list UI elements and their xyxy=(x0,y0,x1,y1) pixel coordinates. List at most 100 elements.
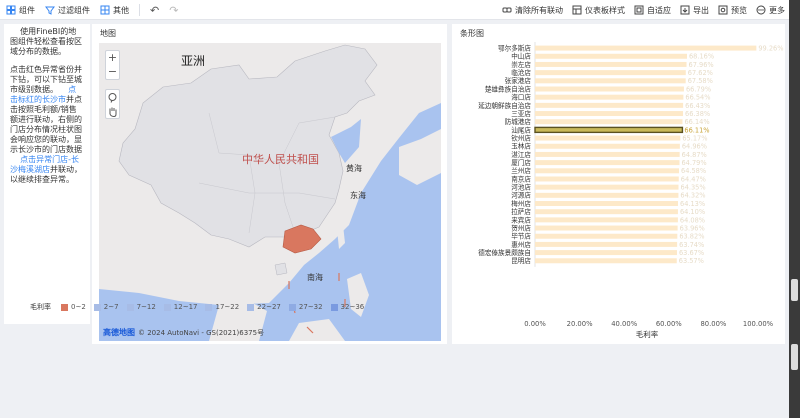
x-axis-label: 毛利率 xyxy=(636,329,659,339)
bar[interactable] xyxy=(535,160,680,166)
legend-label: 0~2 xyxy=(71,303,86,311)
legend-item[interactable]: 12~17 xyxy=(163,303,197,311)
bar[interactable] xyxy=(535,233,678,239)
bar[interactable] xyxy=(534,126,684,134)
legend-item[interactable]: 32~36 xyxy=(330,303,365,311)
bar[interactable] xyxy=(535,135,681,141)
bar[interactable] xyxy=(535,78,686,84)
adaptive-button[interactable]: 自适应 xyxy=(634,5,671,16)
map-legend: 毛利率 0~2 2~7 7~12 12~17 17~22 22~27 27~32… xyxy=(30,302,364,312)
value-label: 66.38% xyxy=(685,110,710,118)
bar[interactable] xyxy=(535,209,678,215)
bar[interactable] xyxy=(535,176,679,182)
bar[interactable] xyxy=(535,201,679,206)
legend-item[interactable]: 17~22 xyxy=(205,303,239,311)
export-button[interactable]: 导出 xyxy=(680,5,709,16)
china-map[interactable]: 亚洲 中华人民共和国 黄海 东海 南海 + − 高德地图 © 2024 Auto… xyxy=(99,43,441,341)
bar[interactable] xyxy=(535,143,680,149)
clear-linkage-button[interactable]: 清除所有联动 xyxy=(502,5,563,16)
bar[interactable] xyxy=(535,94,684,100)
category-label: 河源店 xyxy=(511,191,531,200)
description-paragraph-2: 点击红色异常省份并下钻，可以下钻至城市级别数据。 点击标红的长沙市并点击按照毛利… xyxy=(10,65,84,185)
value-label: 67.96% xyxy=(689,61,714,69)
east-sea-label: 东海 xyxy=(350,191,366,200)
value-label: 64.58% xyxy=(681,167,706,175)
category-label: 中山店 xyxy=(511,52,531,61)
filter-icon xyxy=(45,5,55,15)
legend-swatch xyxy=(163,303,171,311)
bar[interactable] xyxy=(535,111,684,117)
legend-item[interactable]: 27~32 xyxy=(288,303,323,311)
dashboard: 组件 过滤组件 其他 ↶ ↷ 清除所有联动 仪表板样式 自适应 导出 预览 更多… xyxy=(0,0,789,418)
scrollbar-thumb[interactable] xyxy=(791,279,798,301)
scrollbar-thumb[interactable] xyxy=(791,344,798,370)
zoom-in-button[interactable]: + xyxy=(106,51,119,65)
x-tick-label: 80.00% xyxy=(700,320,726,328)
yellow-sea-label: 黄海 xyxy=(346,164,362,173)
attribution-text: © 2024 AutoNavi - GS(2021)6375号 xyxy=(138,328,265,337)
legend-item[interactable]: 2~7 xyxy=(93,303,119,311)
value-label: 66.79% xyxy=(686,85,711,93)
zoom-out-button[interactable]: − xyxy=(106,65,119,79)
bar[interactable] xyxy=(535,168,680,174)
legend-item[interactable]: 7~12 xyxy=(126,303,156,311)
value-label: 64.79% xyxy=(681,159,706,167)
category-label: 楚雄彝族自治店 xyxy=(485,84,532,93)
more-button[interactable]: 更多 xyxy=(756,5,785,16)
value-label: 65.17% xyxy=(682,134,707,142)
lasso-select-icon[interactable] xyxy=(106,90,119,104)
more-icon xyxy=(756,5,766,15)
pan-hand-icon[interactable] xyxy=(106,104,119,118)
preview-icon xyxy=(718,5,728,15)
bar[interactable] xyxy=(535,119,683,125)
bar[interactable] xyxy=(535,45,757,51)
bar[interactable] xyxy=(535,250,677,256)
legend-label: 32~36 xyxy=(340,303,365,311)
undo-icon[interactable]: ↶ xyxy=(150,4,159,17)
map-panel: 地图 亚洲 中华人民共和国 黄海 东海 南海 + − 高德地图 © 2024 A… xyxy=(92,24,447,344)
filter-component-button[interactable]: 过滤组件 xyxy=(45,5,90,16)
map-tool-control xyxy=(105,89,120,119)
category-label: 张家港店 xyxy=(505,76,532,85)
value-label: 68.16% xyxy=(689,53,714,61)
bar[interactable] xyxy=(535,102,684,108)
bar[interactable] xyxy=(535,184,679,190)
clear-linkage-label: 清除所有联动 xyxy=(515,5,563,15)
bar[interactable] xyxy=(535,241,678,247)
value-label: 66.14% xyxy=(684,118,709,126)
description-text-panel: 使用FineBI的地图组件轻松查看按区域分布的数据。 点击红色异常省份并下钻，可… xyxy=(4,24,90,324)
category-label: 毕节店 xyxy=(511,232,531,241)
legend-label: 7~12 xyxy=(136,303,156,311)
bar[interactable] xyxy=(535,86,684,92)
category-label: 鄂尔多斯店 xyxy=(498,43,531,52)
x-tick-label: 60.00% xyxy=(656,320,682,328)
more-label: 更多 xyxy=(769,5,785,15)
bar-chart-panel: 条形图 鄂尔多斯店 99.26% 中山店 68.16% 崇左店 67.96% 临沧店 67.6… xyxy=(452,24,785,344)
bar[interactable] xyxy=(535,70,686,76)
component-button[interactable]: 组件 xyxy=(6,5,35,16)
bar[interactable] xyxy=(535,61,687,67)
other-button[interactable]: 其他 xyxy=(100,5,129,16)
dashboard-style-button[interactable]: 仪表板样式 xyxy=(572,5,625,16)
value-label: 66.11% xyxy=(684,126,709,134)
category-label: 钦州店 xyxy=(511,133,531,142)
value-label: 66.54% xyxy=(685,94,710,102)
adaptive-label: 自适应 xyxy=(647,5,671,15)
category-label: 来宾店 xyxy=(511,215,531,224)
legend-item[interactable]: 22~27 xyxy=(247,303,281,311)
bar[interactable] xyxy=(535,53,687,59)
south-sea-label: 南海 xyxy=(307,273,323,282)
category-label: 防城港店 xyxy=(505,117,532,126)
bar[interactable] xyxy=(535,258,677,264)
preview-button[interactable]: 预览 xyxy=(718,5,747,16)
legend-label: 17~22 xyxy=(215,303,240,311)
value-label: 63.82% xyxy=(679,233,704,241)
bar[interactable] xyxy=(535,192,679,198)
bar[interactable] xyxy=(535,151,680,157)
bar-chart[interactable]: 鄂尔多斯店 99.26% 中山店 68.16% 崇左店 67.96% 临沧店 67.62% 张家… xyxy=(452,24,785,344)
bar[interactable] xyxy=(535,217,678,223)
redo-icon[interactable]: ↷ xyxy=(169,4,178,17)
map-attribution: 高德地图 © 2024 AutoNavi - GS(2021)6375号 xyxy=(103,327,264,338)
legend-item[interactable]: 0~2 xyxy=(61,303,86,311)
bar[interactable] xyxy=(535,225,678,231)
